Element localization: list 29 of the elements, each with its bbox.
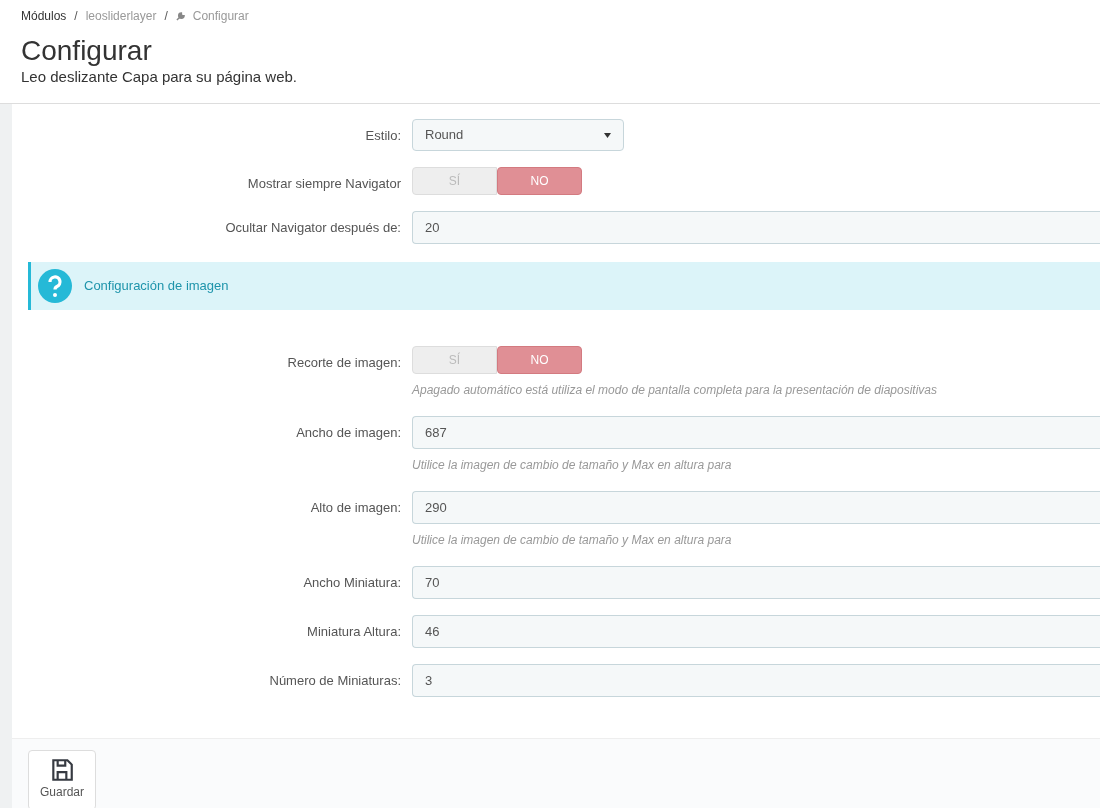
help-text: Apagado automático está utiliza el modo de pantalla completa para la presentación de diapositivas [412,382,938,399]
field-label: Número de Miniaturas: [269,672,401,690]
input-field[interactable]: 70 [412,566,1100,599]
breadcrumb-separator: / [74,8,78,25]
field-label: Estilo: [365,127,401,145]
input-field[interactable]: 46 [412,615,1100,648]
help-text: Utilice la imagen de cambio de tamaño y Max en altura para [412,532,733,549]
field-label: Ancho Miniatura: [303,574,401,592]
field-label: Mostrar siempre Navigator [247,175,401,193]
field-label: Alto de imagen: [310,499,401,517]
alert-text: Configuración de imagen [84,277,229,296]
field-label: Recorte de imagen: [287,354,401,372]
breadcrumb-separator: / [164,8,168,25]
input-field[interactable]: 687 [412,416,1100,449]
page-title: Configurar [21,34,153,68]
caret-icon [604,132,611,138]
input-field[interactable]: 20 [412,211,1100,244]
wrench-icon [175,11,185,21]
save-button[interactable]: Guardar [28,750,96,808]
field-label: Ancho de imagen: [296,424,401,442]
help-text: Utilice la imagen de cambio de tamaño y Max en altura para [412,457,733,474]
help-icon [38,269,72,303]
style-select[interactable]: Round [412,119,624,151]
breadcrumb-link[interactable]: Módulos [21,7,67,25]
input-field[interactable]: 290 [412,491,1100,524]
field-label: Ocultar Navigator después de: [225,219,401,237]
input-field[interactable]: 3 [412,664,1100,697]
page-subtitle: Leo deslizante Capa para su página web. [21,68,299,86]
field-label: Miniatura Altura: [307,623,401,641]
